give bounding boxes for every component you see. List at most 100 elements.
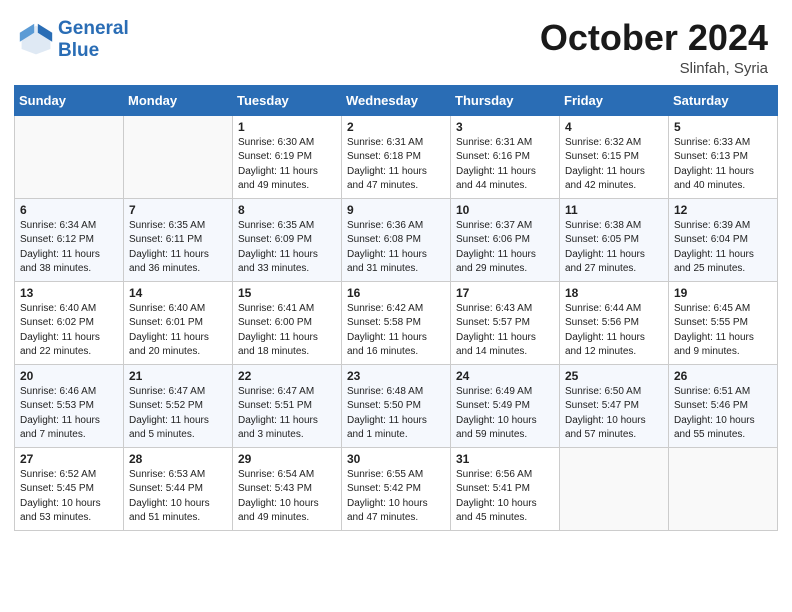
- calendar-week-4: 20Sunrise: 6:46 AM Sunset: 5:53 PM Dayli…: [15, 364, 778, 447]
- day-number: 23: [347, 369, 445, 383]
- day-number: 26: [674, 369, 772, 383]
- day-info: Sunrise: 6:37 AM Sunset: 6:06 PM Dayligh…: [456, 219, 554, 277]
- day-info: Sunrise: 6:34 AM Sunset: 6:12 PM Dayligh…: [20, 219, 118, 277]
- calendar-cell: 19Sunrise: 6:45 AM Sunset: 5:55 PM Dayli…: [669, 281, 778, 364]
- day-info: Sunrise: 6:47 AM Sunset: 5:52 PM Dayligh…: [129, 385, 227, 443]
- calendar-header: SundayMondayTuesdayWednesdayThursdayFrid…: [15, 85, 778, 115]
- day-number: 17: [456, 286, 554, 300]
- day-info: Sunrise: 6:51 AM Sunset: 5:46 PM Dayligh…: [674, 385, 772, 443]
- calendar-week-2: 6 Sunrise: 6:34 AM Sunset: 6:12 PM Daylig…: [15, 198, 778, 281]
- day-number: 4: [565, 120, 663, 134]
- day-number: 28: [129, 452, 227, 466]
- day-number: 7: [129, 203, 227, 217]
- calendar-cell: 26 Sunrise: 6:51 AM Sunset: 5:46 PM Dayli…: [669, 364, 778, 447]
- calendar-table: SundayMondayTuesdayWednesdayThursdayFrid…: [14, 85, 778, 531]
- day-info: Sunrise: 6:44 AM Sunset: 5:56 PM Dayligh…: [565, 302, 663, 360]
- calendar-cell: 16 Sunrise: 6:42 AM Sunset: 5:58 PM Dayli…: [342, 281, 451, 364]
- calendar-cell: 5 Sunrise: 6:33 AM Sunset: 6:13 PM Daylig…: [669, 115, 778, 198]
- calendar-week-1: 1Sunrise: 6:30 AM Sunset: 6:19 PM Daylig…: [15, 115, 778, 198]
- day-number: 1: [238, 120, 336, 134]
- day-header-monday: Monday: [124, 85, 233, 115]
- calendar-cell: 25Sunrise: 6:50 AM Sunset: 5:47 PM Dayli…: [560, 364, 669, 447]
- title-area: October 2024 Slinfah, Syria: [540, 18, 768, 77]
- calendar-cell: 7 Sunrise: 6:35 AM Sunset: 6:11 PM Daylig…: [124, 198, 233, 281]
- day-info: Sunrise: 6:56 AM Sunset: 5:41 PM Dayligh…: [456, 468, 554, 526]
- day-number: 29: [238, 452, 336, 466]
- day-number: 14: [129, 286, 227, 300]
- month-title: October 2024: [540, 18, 768, 58]
- calendar-cell: [124, 115, 233, 198]
- calendar-cell: 1Sunrise: 6:30 AM Sunset: 6:19 PM Daylig…: [233, 115, 342, 198]
- day-number: 10: [456, 203, 554, 217]
- calendar-cell: 17Sunrise: 6:43 AM Sunset: 5:57 PM Dayli…: [451, 281, 560, 364]
- calendar-cell: 28 Sunrise: 6:53 AM Sunset: 5:44 PM Dayli…: [124, 447, 233, 530]
- calendar-cell: 13 Sunrise: 6:40 AM Sunset: 6:02 PM Dayli…: [15, 281, 124, 364]
- calendar-cell: 29 Sunrise: 6:54 AM Sunset: 5:43 PM Dayli…: [233, 447, 342, 530]
- day-info: Sunrise: 6:47 AM Sunset: 5:51 PM Dayligh…: [238, 385, 336, 443]
- day-number: 31: [456, 452, 554, 466]
- calendar-cell: 30 Sunrise: 6:55 AM Sunset: 5:42 PM Dayli…: [342, 447, 451, 530]
- day-info: Sunrise: 6:36 AM Sunset: 6:08 PM Dayligh…: [347, 219, 445, 277]
- day-number: 16: [347, 286, 445, 300]
- day-header-thursday: Thursday: [451, 85, 560, 115]
- calendar-cell: 24Sunrise: 6:49 AM Sunset: 5:49 PM Dayli…: [451, 364, 560, 447]
- day-number: 18: [565, 286, 663, 300]
- calendar-cell: [669, 447, 778, 530]
- day-number: 9: [347, 203, 445, 217]
- header-row: SundayMondayTuesdayWednesdayThursdayFrid…: [15, 85, 778, 115]
- day-number: 30: [347, 452, 445, 466]
- day-header-sunday: Sunday: [15, 85, 124, 115]
- calendar-cell: 10 Sunrise: 6:37 AM Sunset: 6:06 PM Dayli…: [451, 198, 560, 281]
- day-info: Sunrise: 6:52 AM Sunset: 5:45 PM Dayligh…: [20, 468, 118, 526]
- calendar-cell: 14 Sunrise: 6:40 AM Sunset: 6:01 PM Dayli…: [124, 281, 233, 364]
- day-info: Sunrise: 6:40 AM Sunset: 6:02 PM Dayligh…: [20, 302, 118, 360]
- day-info: Sunrise: 6:42 AM Sunset: 5:58 PM Dayligh…: [347, 302, 445, 360]
- day-info: Sunrise: 6:53 AM Sunset: 5:44 PM Dayligh…: [129, 468, 227, 526]
- location-subtitle: Slinfah, Syria: [540, 60, 768, 77]
- calendar: SundayMondayTuesdayWednesdayThursdayFrid…: [0, 85, 792, 545]
- calendar-cell: [15, 115, 124, 198]
- day-number: 22: [238, 369, 336, 383]
- day-number: 13: [20, 286, 118, 300]
- calendar-cell: 22 Sunrise: 6:47 AM Sunset: 5:51 PM Dayli…: [233, 364, 342, 447]
- day-number: 15: [238, 286, 336, 300]
- day-info: Sunrise: 6:38 AM Sunset: 6:05 PM Dayligh…: [565, 219, 663, 277]
- logo-blue: Blue: [58, 40, 129, 62]
- day-header-wednesday: Wednesday: [342, 85, 451, 115]
- calendar-cell: 23Sunrise: 6:48 AM Sunset: 5:50 PM Dayli…: [342, 364, 451, 447]
- day-number: 5: [674, 120, 772, 134]
- day-number: 12: [674, 203, 772, 217]
- calendar-cell: [560, 447, 669, 530]
- day-info: Sunrise: 6:33 AM Sunset: 6:13 PM Dayligh…: [674, 136, 772, 194]
- calendar-week-3: 13 Sunrise: 6:40 AM Sunset: 6:02 PM Dayli…: [15, 281, 778, 364]
- day-info: Sunrise: 6:54 AM Sunset: 5:43 PM Dayligh…: [238, 468, 336, 526]
- logo-icon: [18, 22, 54, 58]
- page-header: General Blue October 2024 Slinfah, Syria: [0, 0, 792, 85]
- day-info: Sunrise: 6:45 AM Sunset: 5:55 PM Dayligh…: [674, 302, 772, 360]
- day-number: 3: [456, 120, 554, 134]
- calendar-cell: 2 Sunrise: 6:31 AM Sunset: 6:18 PM Daylig…: [342, 115, 451, 198]
- day-number: 8: [238, 203, 336, 217]
- calendar-cell: 18 Sunrise: 6:44 AM Sunset: 5:56 PM Dayli…: [560, 281, 669, 364]
- day-number: 21: [129, 369, 227, 383]
- day-info: Sunrise: 6:41 AM Sunset: 6:00 PM Dayligh…: [238, 302, 336, 360]
- day-info: Sunrise: 6:35 AM Sunset: 6:09 PM Dayligh…: [238, 219, 336, 277]
- day-number: 11: [565, 203, 663, 217]
- day-number: 20: [20, 369, 118, 383]
- day-number: 6: [20, 203, 118, 217]
- day-info: Sunrise: 6:40 AM Sunset: 6:01 PM Dayligh…: [129, 302, 227, 360]
- day-number: 27: [20, 452, 118, 466]
- calendar-cell: 9 Sunrise: 6:36 AM Sunset: 6:08 PM Daylig…: [342, 198, 451, 281]
- day-info: Sunrise: 6:35 AM Sunset: 6:11 PM Dayligh…: [129, 219, 227, 277]
- day-number: 2: [347, 120, 445, 134]
- day-info: Sunrise: 6:31 AM Sunset: 6:16 PM Dayligh…: [456, 136, 554, 194]
- calendar-cell: 6 Sunrise: 6:34 AM Sunset: 6:12 PM Daylig…: [15, 198, 124, 281]
- day-info: Sunrise: 6:55 AM Sunset: 5:42 PM Dayligh…: [347, 468, 445, 526]
- calendar-cell: 12Sunrise: 6:39 AM Sunset: 6:04 PM Dayli…: [669, 198, 778, 281]
- day-header-saturday: Saturday: [669, 85, 778, 115]
- calendar-cell: 11 Sunrise: 6:38 AM Sunset: 6:05 PM Dayli…: [560, 198, 669, 281]
- calendar-cell: 27 Sunrise: 6:52 AM Sunset: 5:45 PM Dayli…: [15, 447, 124, 530]
- calendar-cell: 20Sunrise: 6:46 AM Sunset: 5:53 PM Dayli…: [15, 364, 124, 447]
- logo: General Blue: [18, 18, 129, 62]
- day-info: Sunrise: 6:31 AM Sunset: 6:18 PM Dayligh…: [347, 136, 445, 194]
